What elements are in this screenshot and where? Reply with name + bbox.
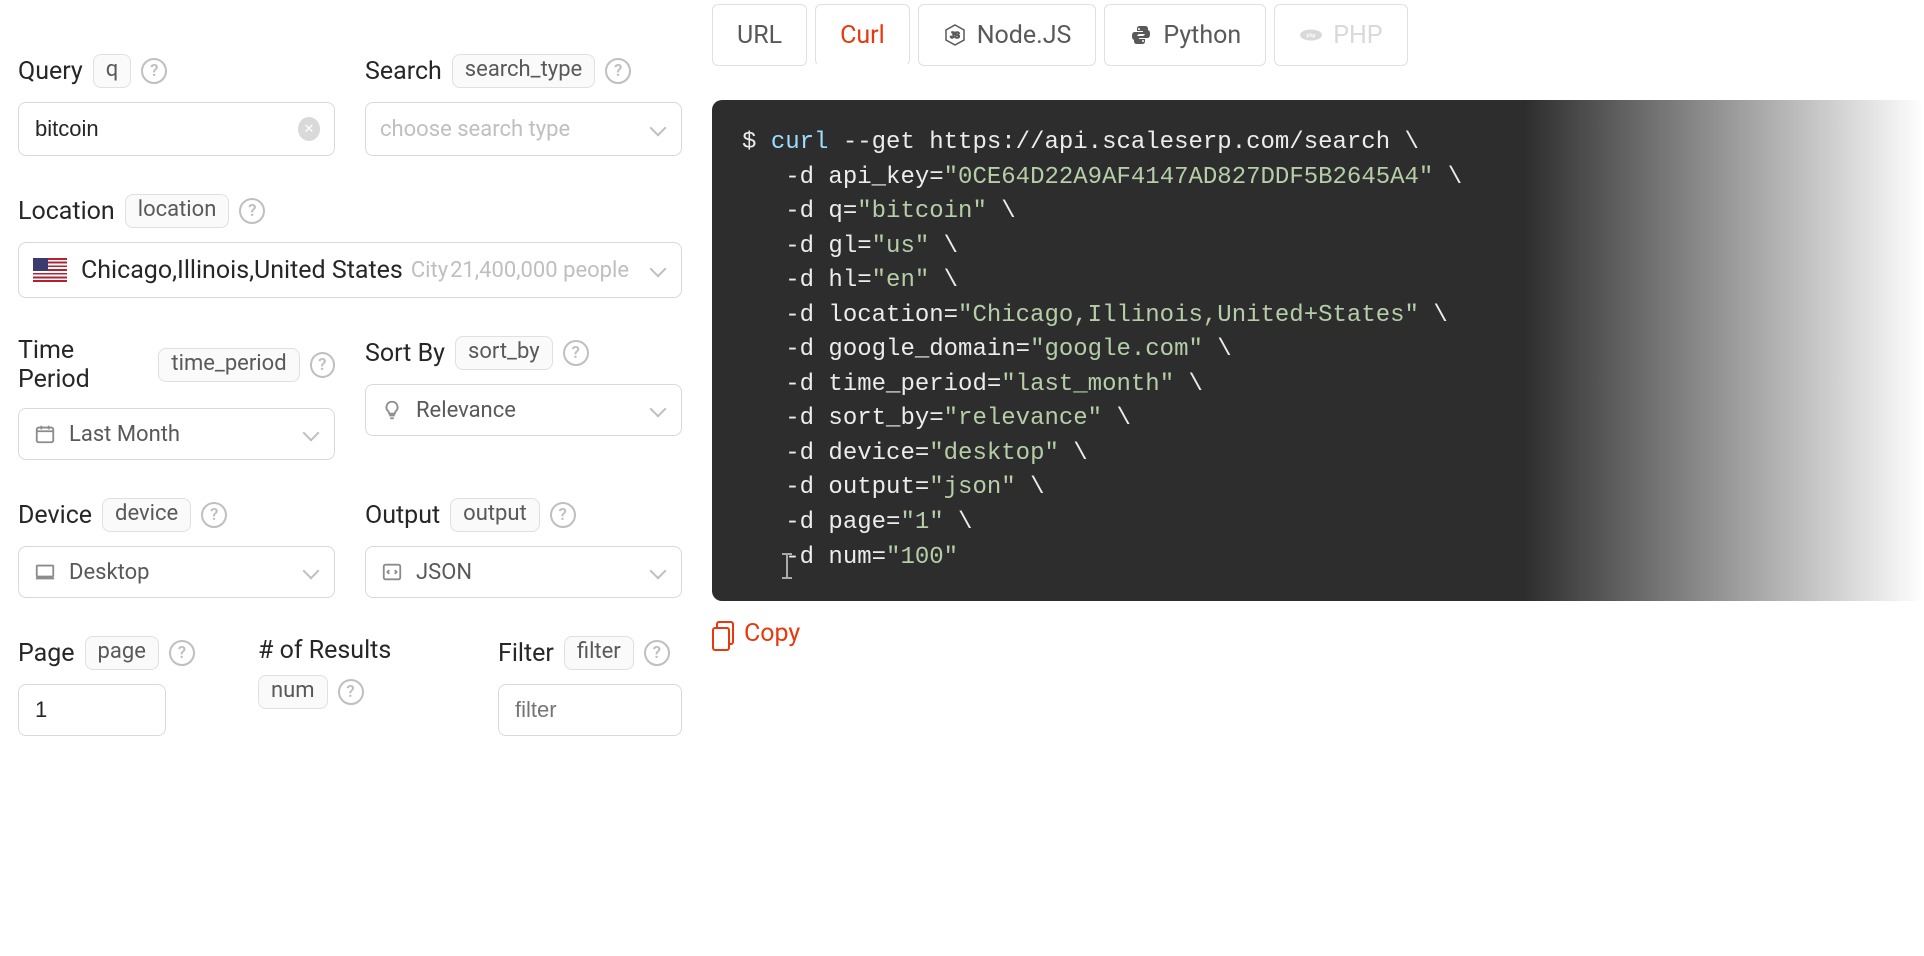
help-icon[interactable] [644,640,670,666]
python-icon [1129,23,1153,47]
sort-by-param-pill: sort_by [455,336,553,370]
device-param-pill: device [102,498,191,532]
tab-php[interactable]: php PHP [1274,4,1407,66]
location-type: City [411,258,448,283]
page-param-pill: page [85,636,159,670]
time-period-value: Last Month [69,422,180,447]
us-flag-icon [33,258,67,282]
query-param-pill: q [93,54,132,88]
query-label: Query [18,57,83,86]
location-select[interactable]: Chicago,Illinois,United States City 21,4… [18,242,682,298]
sort-by-label: Sort By [365,339,445,368]
code-tabs: URL Curl JS Node.JS Python php [712,4,1924,66]
tab-label: PHP [1333,21,1382,50]
help-icon[interactable] [169,640,195,666]
location-name: Chicago,Illinois,United States [81,256,403,285]
filter-input[interactable] [513,696,667,724]
help-icon[interactable] [563,340,589,366]
page-label: Page [18,639,75,668]
code-block[interactable]: $ curl --get https://api.scaleserp.com/s… [712,100,1924,601]
tab-nodejs[interactable]: JS Node.JS [918,4,1097,66]
tab-curl[interactable]: Curl [815,4,910,66]
page-input[interactable] [33,696,151,724]
json-icon [380,561,404,583]
page-input-wrap[interactable] [18,684,166,736]
copy-label: Copy [744,619,800,648]
nodejs-icon: JS [943,23,967,47]
output-value: JSON [416,560,472,585]
help-icon[interactable] [310,352,335,378]
device-select[interactable]: Desktop [18,546,335,598]
location-label: Location [18,197,115,226]
filter-input-wrap[interactable] [498,684,682,736]
query-input[interactable] [33,115,298,143]
clear-icon[interactable] [298,117,320,141]
chevron-down-icon [649,563,667,581]
output-select[interactable]: JSON [365,546,682,598]
help-icon[interactable] [239,198,265,224]
time-period-label: Time Period [18,336,148,394]
search-type-select[interactable]: choose search type [365,102,682,156]
tab-label: Python [1163,21,1241,50]
time-period-param-pill: time_period [158,348,299,382]
php-icon: php [1299,23,1323,47]
copy-button[interactable]: Copy [712,619,800,648]
tab-python[interactable]: Python [1104,4,1266,66]
svg-text:JS: JS [950,31,959,40]
text-cursor-icon [780,553,794,579]
tab-label: Curl [840,21,885,50]
search-param-pill: search_type [452,54,595,88]
tab-label: Node.JS [977,21,1072,50]
search-type-placeholder: choose search type [380,117,570,142]
sort-by-select[interactable]: Relevance [365,384,682,436]
sort-by-value: Relevance [416,398,516,423]
chevron-down-icon [649,120,667,138]
location-param-pill: location [125,194,230,228]
tab-label: URL [737,21,782,50]
device-value: Desktop [69,560,150,585]
tab-url[interactable]: URL [712,4,807,66]
filter-param-pill: filter [564,636,634,670]
bulb-icon [380,399,404,421]
chevron-down-icon [649,261,667,279]
output-label: Output [365,501,440,530]
results-label: # of Results [258,636,391,665]
copy-icon [712,621,734,647]
help-icon[interactable] [141,58,167,84]
chevron-down-icon [302,425,320,443]
chevron-down-icon [649,401,667,419]
search-label: Search [365,57,442,86]
results-param-pill: num [258,675,328,709]
calendar-icon [33,423,57,445]
output-param-pill: output [450,498,540,532]
help-icon[interactable] [550,502,576,528]
help-icon[interactable] [338,679,364,705]
help-icon[interactable] [201,502,227,528]
filter-label: Filter [498,639,554,668]
desktop-icon [33,561,57,583]
location-population: 21,400,000 people [450,258,629,283]
query-input-wrap[interactable] [18,102,335,156]
chevron-down-icon [302,563,320,581]
time-period-select[interactable]: Last Month [18,408,335,460]
svg-text:php: php [1307,33,1316,39]
device-label: Device [18,501,92,530]
help-icon[interactable] [605,58,631,84]
